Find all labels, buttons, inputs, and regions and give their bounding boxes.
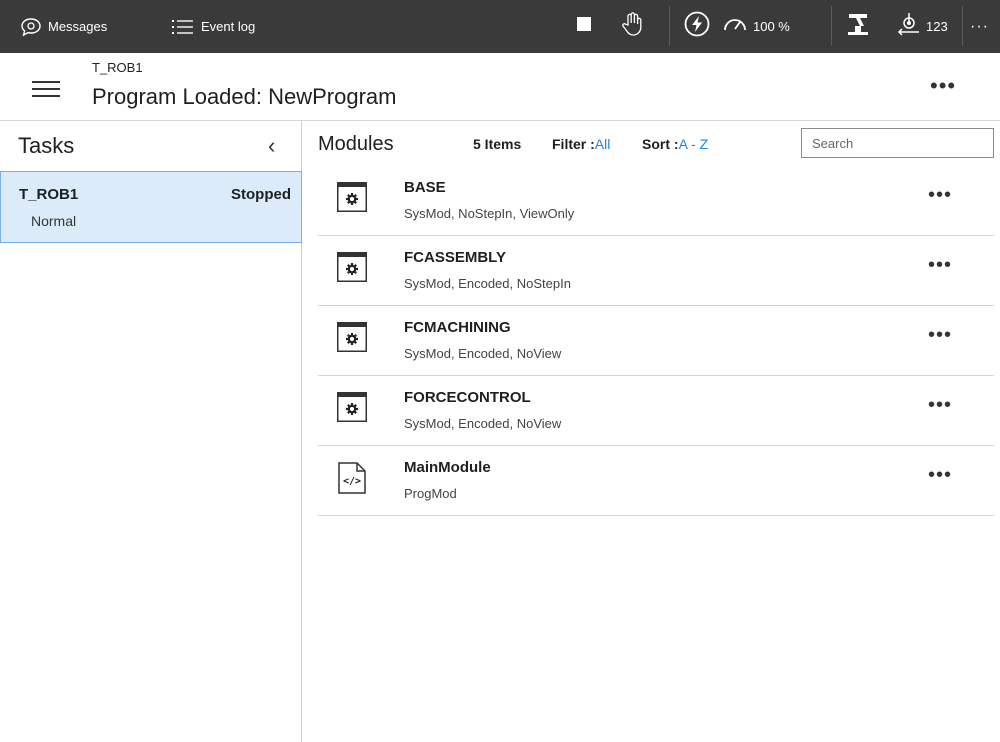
svg-text:</>: </>	[343, 476, 361, 487]
page-header: T_ROB1 Program Loaded: NewProgram •••	[0, 53, 1000, 121]
manual-mode-button[interactable]	[620, 0, 644, 53]
tasks-panel: Tasks ‹ T_ROB1 Stopped Normal	[0, 121, 302, 742]
module-name: FCMACHINING	[404, 319, 511, 336]
system-module-icon	[337, 322, 367, 352]
module-name: MainModule	[404, 459, 491, 476]
sort-value[interactable]: A - Z	[679, 136, 709, 152]
speed-label: 100 %	[753, 19, 790, 34]
module-more-button[interactable]: •••	[928, 394, 952, 417]
jog-button[interactable]: 123	[896, 0, 948, 53]
status-bar: Messages Event log 100 % 123 ···	[0, 0, 1000, 53]
robot-button[interactable]	[845, 0, 871, 53]
program-module-icon: </>	[337, 462, 367, 494]
system-module-icon	[337, 252, 367, 282]
list-item[interactable]: FORCECONTROL SysMod, Encoded, NoView •••	[318, 376, 994, 446]
stop-button[interactable]	[577, 0, 591, 53]
sort-label: Sort :	[642, 136, 679, 152]
sort-control[interactable]: Sort :A - Z	[642, 136, 708, 152]
module-attributes: ProgMod	[404, 486, 457, 501]
module-name: BASE	[404, 179, 446, 196]
module-attributes: SysMod, NoStepIn, ViewOnly	[404, 206, 575, 221]
messages-label: Messages	[48, 19, 108, 34]
list-item[interactable]: FCASSEMBLY SysMod, Encoded, NoStepIn •••	[318, 236, 994, 306]
separator	[669, 6, 670, 46]
task-row[interactable]: T_ROB1 Stopped Normal	[0, 171, 302, 243]
messages-button[interactable]: Messages	[20, 0, 107, 53]
topbar-more-button[interactable]: ···	[970, 0, 989, 53]
module-more-button[interactable]: •••	[928, 254, 952, 277]
tasks-title: Tasks	[18, 133, 75, 158]
motors-button[interactable]	[684, 0, 710, 53]
module-name: FCASSEMBLY	[404, 249, 506, 266]
event-log-label: Event log	[201, 19, 256, 34]
header-more-button[interactable]: •••	[930, 73, 956, 99]
page-title: Program Loaded: NewProgram	[92, 84, 397, 109]
modules-count: 5 Items	[473, 136, 522, 152]
messages-icon	[20, 17, 42, 37]
list-item[interactable]: </> MainModule ProgMod •••	[318, 446, 994, 516]
hand-icon	[620, 11, 644, 42]
task-mode: Normal	[31, 213, 77, 229]
speedometer-icon	[722, 14, 748, 39]
robot-icon	[845, 11, 871, 42]
separator	[831, 6, 832, 46]
lightning-icon	[684, 11, 710, 42]
modules-title: Modules	[318, 133, 394, 155]
list-item[interactable]: BASE SysMod, NoStepIn, ViewOnly •••	[318, 166, 994, 236]
module-name: FORCECONTROL	[404, 389, 531, 406]
filter-control[interactable]: Filter :All	[552, 136, 610, 152]
stop-icon	[577, 17, 591, 36]
collapse-panel-button[interactable]: ‹	[268, 133, 275, 159]
module-attributes: SysMod, Encoded, NoView	[404, 346, 562, 361]
module-more-button[interactable]: •••	[928, 324, 952, 347]
task-status: Stopped	[231, 186, 291, 203]
system-module-icon	[337, 182, 367, 212]
speed-button[interactable]: 100 %	[722, 0, 790, 53]
search-input[interactable]	[801, 128, 994, 158]
event-log-button[interactable]: Event log	[171, 0, 255, 53]
list-icon	[171, 18, 195, 36]
system-module-icon	[337, 392, 367, 422]
module-more-button[interactable]: •••	[928, 184, 952, 207]
filter-value[interactable]: All	[595, 136, 611, 152]
module-more-button[interactable]: •••	[928, 464, 952, 487]
menu-icon[interactable]	[32, 81, 60, 97]
list-item[interactable]: FCMACHINING SysMod, Encoded, NoView •••	[318, 306, 994, 376]
module-attributes: SysMod, Encoded, NoView	[404, 416, 562, 431]
separator	[962, 6, 963, 46]
page-subtitle: T_ROB1	[92, 60, 143, 75]
jog-icon	[896, 11, 922, 42]
filter-label: Filter :	[552, 136, 595, 152]
module-attributes: SysMod, Encoded, NoStepIn	[404, 276, 571, 291]
task-name: T_ROB1	[19, 186, 79, 203]
jog-count: 123	[926, 19, 948, 34]
